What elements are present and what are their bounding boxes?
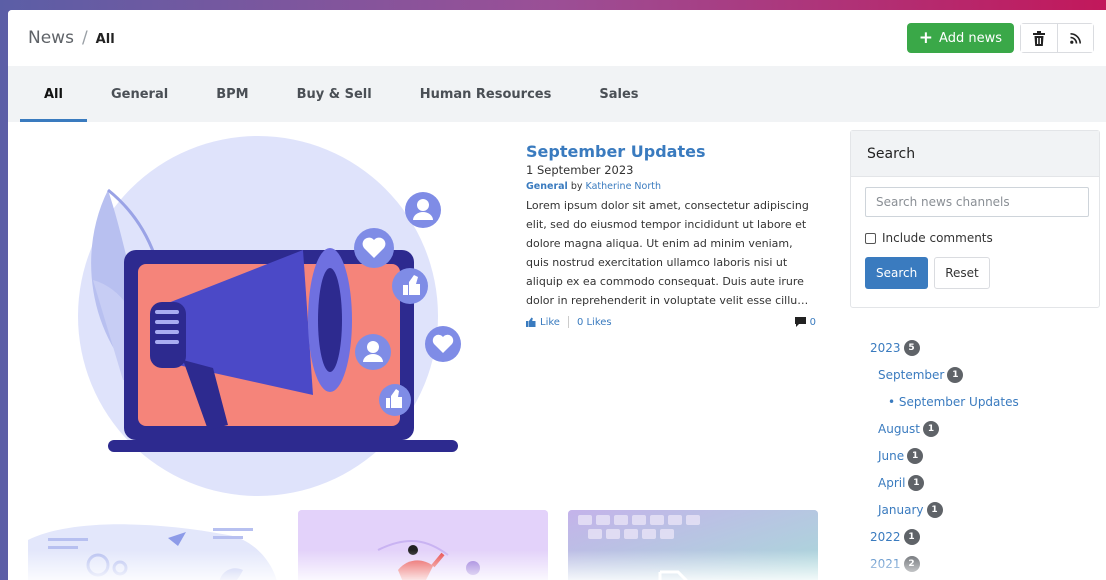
like-button[interactable]: Like (526, 317, 560, 328)
tab-label: Buy & Sell (296, 86, 372, 102)
count-badge: 2 (903, 555, 920, 572)
count-badge: 1 (947, 366, 964, 383)
thumbs-up-icon (526, 317, 536, 327)
likes-count[interactable]: 0 Likes (577, 317, 612, 328)
tab-general[interactable]: General (87, 66, 192, 122)
runner-illustration (298, 510, 548, 580)
header-icon-group (1020, 23, 1094, 53)
news-thumbnail[interactable] (28, 510, 278, 580)
count-badge: 1 (926, 501, 943, 518)
news-app-window: News / All + Add news All General BPM Bu… (8, 10, 1106, 580)
archive-month-june[interactable]: June 1 (870, 442, 1100, 469)
like-label: Like (540, 316, 560, 328)
tab-bpm[interactable]: BPM (192, 66, 272, 122)
tab-label: Human Resources (419, 86, 552, 102)
article-title[interactable]: September Updates (526, 142, 816, 162)
archive-year-2022[interactable]: 2022 1 (870, 523, 1100, 550)
tab-label: Sales (599, 86, 639, 102)
news-content: September Updates 1 September 2023 Gener… (8, 122, 1106, 580)
article-actions: Like 0 Likes 0 (526, 316, 816, 328)
article-date: 1 September 2023 (526, 163, 634, 177)
archive-month-september[interactable]: September 1 (870, 361, 1100, 388)
comments-count: 0 (809, 316, 816, 328)
news-thumbnail[interactable] (298, 510, 548, 580)
count-badge: 1 (908, 474, 925, 491)
include-comments-label[interactable]: Include comments (882, 231, 993, 245)
page-header: News / All + Add news (8, 10, 1106, 66)
article-category[interactable]: General (526, 181, 568, 192)
breadcrumb: News / All (28, 28, 115, 48)
archive-month-august[interactable]: August 1 (870, 415, 1100, 442)
comments-link[interactable]: 0 (794, 316, 816, 328)
tab-buy-and-sell[interactable]: Buy & Sell (273, 66, 396, 122)
rss-icon (1070, 32, 1081, 44)
add-news-button[interactable]: + Add news (906, 23, 1014, 53)
news-article: September Updates 1 September 2023 Gener… (526, 142, 816, 328)
tab-label: BPM (216, 86, 249, 102)
include-comments-checkbox[interactable] (865, 232, 876, 244)
gears-illustration (28, 524, 277, 580)
archive-post-september-updates[interactable]: • September Updates (870, 388, 1100, 415)
count-badge: 1 (923, 420, 939, 437)
archive-month-april[interactable]: April 1 (870, 469, 1100, 496)
news-thumbnails (28, 510, 818, 580)
tab-label: General (110, 86, 169, 102)
article-author[interactable]: Katherine North (586, 181, 661, 192)
count-badge: 1 (903, 528, 920, 545)
archive-year-2023[interactable]: 2023 5 (870, 334, 1100, 361)
archive-label: 2023 (870, 340, 901, 355)
count-badge: 1 (907, 447, 924, 464)
search-input[interactable] (865, 187, 1089, 217)
add-news-label: Add news (939, 30, 1002, 46)
search-panel: Search Include comments Search Reset (850, 130, 1100, 308)
count-badge: 5 (903, 339, 920, 356)
article-meta: General by Katherine North (526, 180, 816, 194)
include-comments-row: Include comments (865, 231, 1085, 245)
archive-label: 2021 (870, 556, 901, 571)
breadcrumb-current: All (95, 32, 115, 47)
search-buttons: Search Reset (865, 257, 1085, 289)
category-tabs: All General BPM Buy & Sell Human Resourc… (8, 66, 1106, 122)
article-excerpt: Lorem ipsum dolor sit amet, consectetur … (526, 199, 809, 307)
tab-all[interactable]: All (20, 66, 87, 122)
comment-icon (794, 317, 806, 327)
news-thumbnail[interactable] (568, 510, 818, 580)
search-panel-body: Include comments Search Reset (851, 177, 1099, 299)
archive-year-2021[interactable]: 2021 2 (870, 550, 1100, 577)
news-archive: 2023 5 September 1 • September Updates A… (870, 334, 1100, 577)
tab-sales[interactable]: Sales (575, 66, 662, 122)
header-actions: + Add news (906, 23, 1094, 53)
archive-label: January (878, 502, 924, 517)
archive-label: April (878, 475, 906, 490)
delete-button[interactable] (1021, 24, 1057, 52)
article-by: by (570, 181, 583, 192)
breadcrumb-root[interactable]: News (28, 28, 74, 48)
trash-icon (1033, 30, 1045, 46)
archive-label: August (878, 421, 920, 436)
rss-button[interactable] (1057, 24, 1093, 52)
archive-label: June (878, 448, 905, 463)
archive-label: • September Updates (888, 394, 1019, 409)
megaphone-illustration[interactable] (68, 130, 468, 502)
tab-human-resources[interactable]: Human Resources (396, 66, 576, 122)
archive-month-january[interactable]: January 1 (870, 496, 1100, 523)
actions-divider (567, 316, 569, 328)
archive-label: 2022 (870, 529, 901, 544)
tab-label: All (44, 86, 63, 102)
archive-label: September (878, 367, 945, 382)
search-button[interactable]: Search (865, 257, 929, 289)
search-panel-heading: Search (851, 131, 1099, 177)
plus-icon: + (918, 27, 934, 48)
keyboard-photo (568, 510, 818, 580)
breadcrumb-separator: / (81, 28, 88, 48)
reset-button[interactable]: Reset (934, 257, 990, 289)
